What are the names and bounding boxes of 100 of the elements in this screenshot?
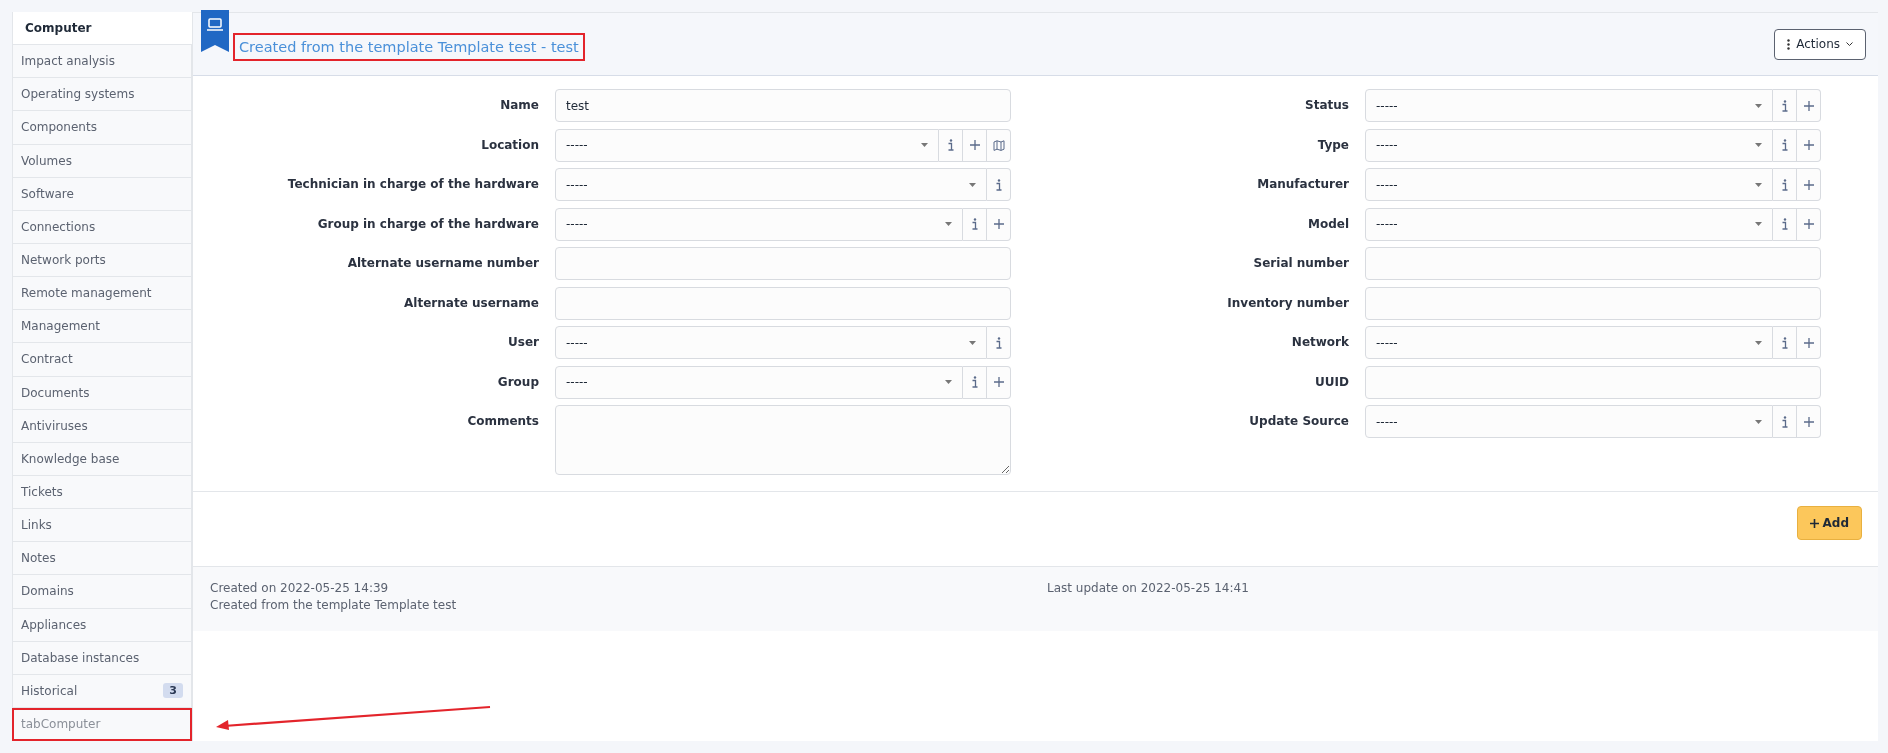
select-field[interactable]: ----- — [1365, 207, 1773, 241]
add-button[interactable] — [987, 207, 1011, 241]
plus-icon — [1803, 337, 1814, 348]
add-button[interactable] — [1797, 89, 1821, 122]
field-label: Alternate username number — [346, 255, 539, 270]
sidebar-tab[interactable]: Volumes — [12, 144, 192, 178]
caret-icon — [1755, 340, 1762, 345]
text-field[interactable] — [1365, 247, 1821, 280]
select-field[interactable]: ----- — [555, 128, 939, 162]
sidebar-tab[interactable]: Impact analysis — [12, 45, 192, 79]
field-label: Model — [1306, 215, 1349, 231]
sidebar-tab[interactable]: Contract — [12, 343, 192, 377]
select-field[interactable]: ----- — [1365, 405, 1773, 438]
add-button[interactable] — [987, 365, 1011, 399]
add-button[interactable] — [963, 128, 987, 162]
select-field[interactable]: ----- — [555, 365, 963, 399]
caret-icon — [1755, 419, 1762, 424]
tab-label: Antiviruses — [21, 418, 88, 433]
select-field[interactable]: ----- — [1365, 89, 1773, 122]
tab-label: Connections — [21, 219, 96, 234]
sidebar-tab[interactable]: Appliances — [12, 608, 192, 642]
info-button[interactable] — [963, 365, 987, 399]
sidebar-tab[interactable]: Software — [12, 177, 192, 211]
info-button[interactable] — [1773, 207, 1797, 241]
map-button[interactable] — [987, 128, 1011, 162]
plus-icon — [1803, 100, 1814, 111]
info-button[interactable] — [987, 168, 1011, 201]
last-update-date: Last update on 2022-05-25 14:41 — [1047, 581, 1250, 597]
text-field[interactable] — [555, 247, 1011, 280]
add-button[interactable] — [1797, 128, 1821, 162]
info-icon — [1780, 99, 1789, 112]
add-button[interactable] — [1797, 405, 1821, 438]
tab-label: Network ports — [21, 253, 106, 268]
sidebar-tab[interactable]: Database instances — [12, 641, 192, 675]
text-field[interactable] — [1365, 286, 1821, 320]
info-button[interactable] — [939, 128, 963, 162]
tab-label: Database instances — [21, 650, 140, 665]
text-field[interactable] — [1365, 365, 1821, 399]
plus-icon — [1803, 140, 1814, 150]
info-icon — [1780, 218, 1789, 230]
tab-label: Impact analysis — [21, 54, 115, 69]
field-label: Manufacturer — [1256, 176, 1349, 191]
sidebar-tab[interactable]: Components — [12, 111, 192, 145]
info-icon — [1780, 415, 1789, 428]
count-badge: 3 — [163, 683, 183, 699]
field-label: Serial number — [1252, 255, 1349, 270]
sidebar-tab[interactable]: Remote management — [12, 277, 192, 311]
select-field[interactable]: ----- — [1365, 128, 1773, 162]
sidebar-tab[interactable]: Computer — [12, 12, 192, 46]
sidebar-tab[interactable]: Antiviruses — [12, 409, 192, 443]
actions-button[interactable]: Actions — [1774, 28, 1866, 60]
sidebar-tab[interactable]: tabComputer — [12, 707, 192, 741]
caret-icon — [921, 143, 928, 147]
created-date: Created on 2022-05-25 14:39 — [210, 581, 390, 595]
info-button[interactable] — [1773, 405, 1797, 438]
info-button[interactable] — [1773, 326, 1797, 359]
caret-icon — [945, 222, 952, 226]
caret-icon — [1755, 103, 1762, 108]
info-button[interactable] — [1773, 168, 1797, 201]
field-label: Name — [499, 97, 539, 112]
sidebar-tab[interactable]: Management — [12, 310, 192, 344]
tab-label: Historical — [21, 683, 78, 698]
sidebar-tab[interactable]: Notes — [12, 542, 192, 576]
sidebar-tab[interactable]: Network ports — [12, 244, 192, 278]
text-field[interactable] — [555, 286, 1011, 320]
field-label: Status — [1304, 97, 1349, 112]
info-icon — [1780, 178, 1789, 191]
select-field[interactable]: ----- — [555, 207, 963, 241]
sidebar-tab[interactable]: Historical 3 — [12, 674, 192, 708]
sidebar-tab[interactable]: Operating systems — [12, 78, 192, 112]
select-field[interactable]: ----- — [555, 326, 987, 359]
tab-label: Volumes — [21, 153, 72, 168]
plus-icon — [1803, 219, 1814, 229]
info-button[interactable] — [1773, 89, 1797, 122]
info-icon — [1780, 139, 1789, 151]
info-icon — [970, 218, 979, 230]
add-button[interactable] — [1797, 207, 1821, 241]
info-button[interactable] — [963, 207, 987, 241]
select-field[interactable]: ----- — [1365, 326, 1773, 359]
add-button[interactable] — [1797, 168, 1821, 201]
info-icon — [1780, 336, 1789, 349]
comments-field[interactable] — [555, 405, 1011, 475]
plus-icon — [969, 140, 980, 150]
select-field[interactable]: ----- — [555, 168, 987, 201]
add-button[interactable]: Add — [1796, 506, 1862, 540]
sidebar-tab[interactable]: Knowledge base — [12, 442, 192, 476]
info-button[interactable] — [987, 326, 1011, 359]
select-field[interactable]: ----- — [1365, 168, 1773, 201]
info-button[interactable] — [1773, 128, 1797, 162]
sidebar-tab[interactable]: Domains — [12, 575, 192, 609]
caret-icon — [945, 380, 952, 384]
field-label: Inventory number — [1226, 294, 1349, 310]
text-field[interactable]: test — [555, 89, 1011, 122]
sidebar-tab[interactable]: Links — [12, 509, 192, 543]
sidebar-tab[interactable]: Connections — [12, 210, 192, 244]
plus-icon — [993, 377, 1004, 387]
add-button[interactable] — [1797, 326, 1821, 359]
sidebar-tab[interactable]: Documents — [12, 376, 192, 410]
info-icon — [994, 178, 1003, 191]
sidebar-tab[interactable]: Tickets — [12, 475, 192, 510]
